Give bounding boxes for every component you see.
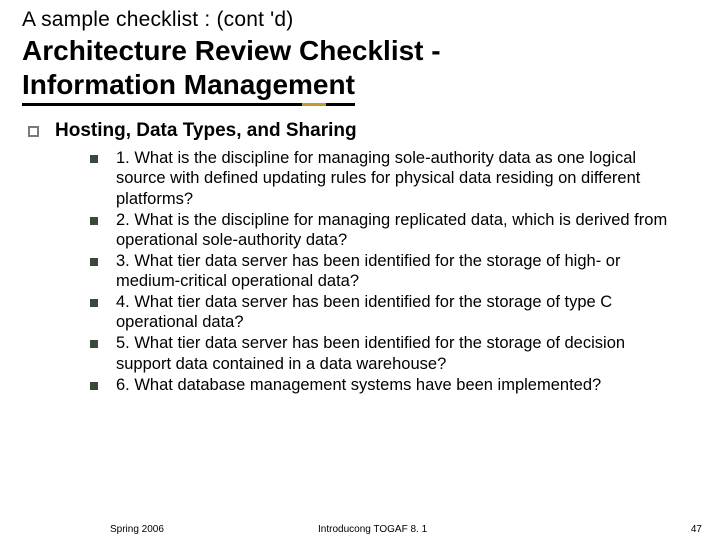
section: Hosting, Data Types, and Sharing 1. What… — [0, 106, 720, 395]
list-item: 1. What is the discipline for managing s… — [90, 148, 690, 208]
list-item: 3. What tier data server has been identi… — [90, 251, 690, 291]
small-bullet-icon — [90, 258, 98, 266]
supertitle: A sample checklist : (cont 'd) — [0, 0, 720, 32]
item-text: 5. What tier data server has been identi… — [116, 333, 676, 373]
small-bullet-icon — [90, 155, 98, 163]
small-bullet-icon — [90, 217, 98, 225]
title-line-2: Information Management — [22, 68, 355, 106]
small-bullet-icon — [90, 340, 98, 348]
small-bullet-icon — [90, 382, 98, 390]
title-line-1: Architecture Review Checklist - — [22, 35, 441, 66]
footer-page-number: 47 — [691, 524, 702, 535]
item-list: 1. What is the discipline for managing s… — [28, 142, 690, 395]
list-item: 2. What is the discipline for managing r… — [90, 210, 690, 250]
item-text: 2. What is the discipline for managing r… — [116, 210, 676, 250]
list-item: 6. What database management systems have… — [90, 375, 690, 395]
square-bullet-icon — [28, 126, 39, 137]
list-item: 5. What tier data server has been identi… — [90, 333, 690, 373]
list-item: 4. What tier data server has been identi… — [90, 292, 690, 332]
item-text: 4. What tier data server has been identi… — [116, 292, 676, 332]
small-bullet-icon — [90, 299, 98, 307]
section-heading: Hosting, Data Types, and Sharing — [55, 120, 357, 142]
footer-left: Spring 2006 — [110, 524, 164, 535]
item-text: 1. What is the discipline for managing s… — [116, 148, 676, 208]
footer-center: Introducong TOGAF 8. 1 — [318, 524, 427, 535]
slide-title: Architecture Review Checklist - Informat… — [0, 32, 720, 106]
title-accent — [302, 103, 326, 106]
item-text: 3. What tier data server has been identi… — [116, 251, 676, 291]
item-text: 6. What database management systems have… — [116, 375, 601, 395]
section-heading-row: Hosting, Data Types, and Sharing — [28, 120, 690, 142]
